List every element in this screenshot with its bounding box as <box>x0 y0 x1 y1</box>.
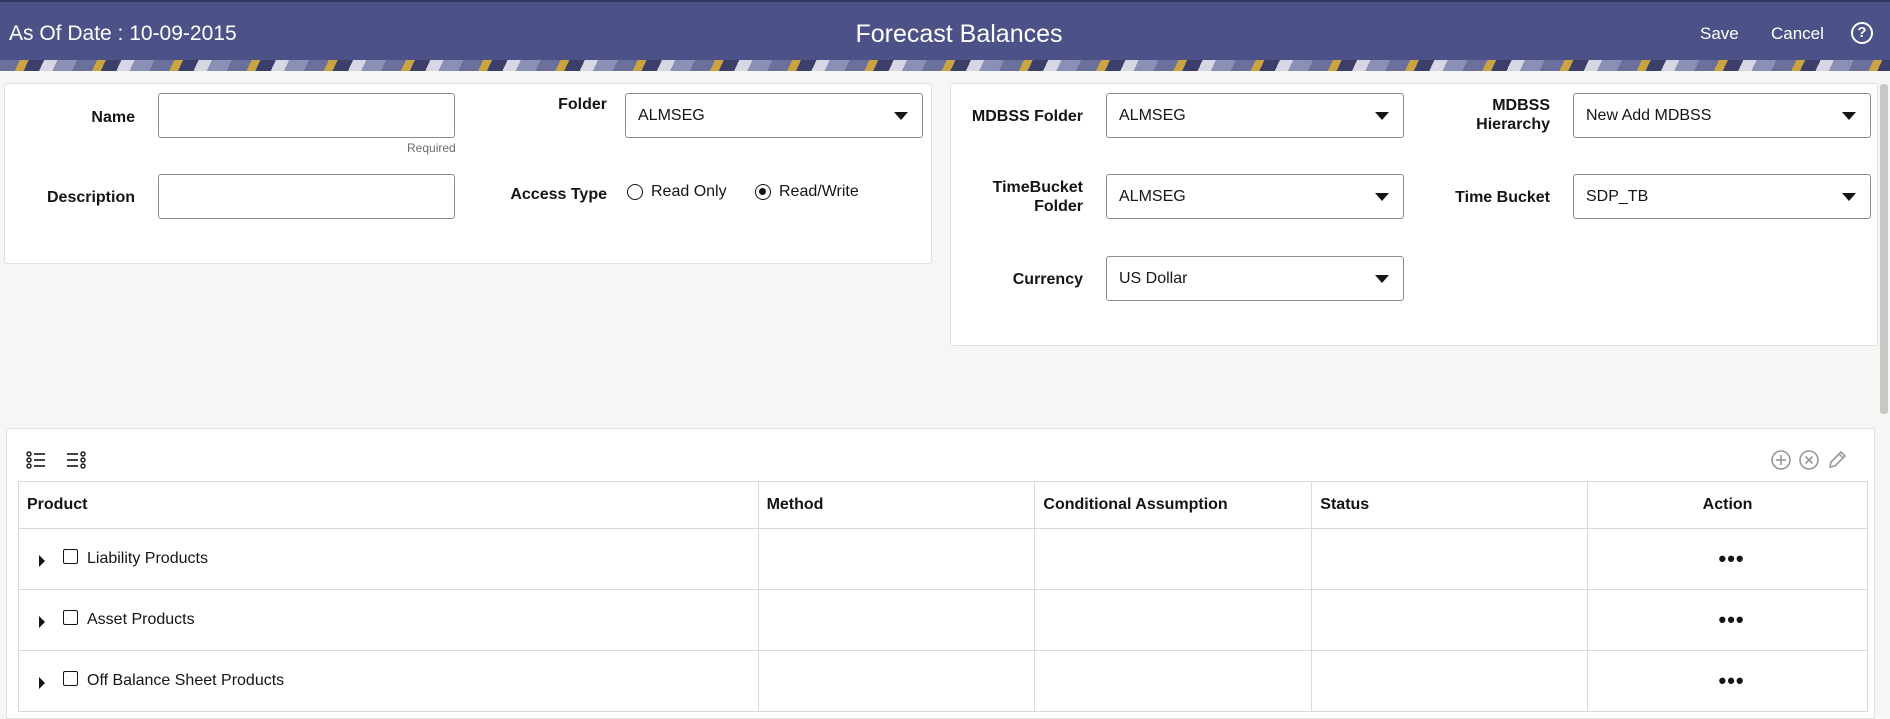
chevron-down-icon <box>894 112 908 120</box>
mdbss-hierarchy-label-line1: MDBSS <box>1492 97 1550 114</box>
conditional-cell <box>1034 528 1313 590</box>
row-checkbox[interactable] <box>63 548 78 564</box>
add-icon[interactable] <box>1770 449 1792 471</box>
column-header-conditional-assumption[interactable]: Conditional Assumption <box>1034 481 1313 529</box>
app-header: As Of Date : 10-09-2015 Forecast Balance… <box>0 0 1890 60</box>
more-actions-icon[interactable]: ••• <box>1596 670 1867 692</box>
mdbss-hierarchy-value: New Add MDBSS <box>1586 107 1712 124</box>
mdbss-folder-label: MDBSS Folder <box>971 108 1083 125</box>
expand-arrow-icon[interactable] <box>39 677 45 689</box>
timebucket-folder-select[interactable]: ALMSEG <box>1106 174 1404 219</box>
action-cell: ••• <box>1587 528 1868 590</box>
expand-arrow-icon[interactable] <box>39 616 45 628</box>
more-actions-icon[interactable]: ••• <box>1596 609 1867 631</box>
currency-value: US Dollar <box>1119 270 1188 287</box>
expand-arrow-icon[interactable] <box>39 555 45 567</box>
required-hint: Required <box>407 141 456 155</box>
products-table: Product Method Conditional Assumption St… <box>18 481 1868 712</box>
method-cell <box>757 589 1036 651</box>
action-cell: ••• <box>1587 589 1868 651</box>
chevron-down-icon <box>1375 193 1389 201</box>
mdbss-hierarchy-label-line2: Hierarchy <box>1476 116 1550 133</box>
product-cell: Liability Products <box>18 528 759 590</box>
expand-all-icon[interactable] <box>26 451 46 469</box>
method-cell <box>757 528 1036 590</box>
header-banner <box>0 60 1890 71</box>
time-bucket-value: SDP_TB <box>1586 188 1649 205</box>
page-scrollbar[interactable] <box>1880 84 1888 414</box>
collapse-all-icon[interactable] <box>66 451 86 469</box>
remove-icon[interactable] <box>1798 449 1820 471</box>
mdbss-folder-select[interactable]: ALMSEG <box>1106 93 1404 138</box>
row-checkbox[interactable] <box>63 609 78 625</box>
name-input[interactable] <box>158 93 455 138</box>
status-cell <box>1311 528 1589 590</box>
access-type-label: Access Type <box>510 186 607 203</box>
more-actions-icon[interactable]: ••• <box>1596 548 1867 570</box>
action-cell: ••• <box>1587 650 1868 712</box>
chevron-down-icon <box>1375 275 1389 283</box>
radio-checked-icon <box>755 184 771 200</box>
row-checkbox[interactable] <box>63 670 78 686</box>
name-label: Name <box>91 109 135 126</box>
product-name: Off Balance Sheet Products <box>87 672 285 689</box>
product-cell: Off Balance Sheet Products <box>18 650 759 712</box>
radio-read-only-label: Read Only <box>651 183 727 200</box>
radio-read-only[interactable]: Read Only <box>627 183 727 201</box>
mdbss-hierarchy-label: MDBSS Hierarchy <box>1421 96 1550 134</box>
edit-pencil-icon[interactable] <box>1826 449 1848 471</box>
column-header-action[interactable]: Action <box>1587 481 1868 529</box>
timebucket-folder-value: ALMSEG <box>1119 188 1186 205</box>
status-cell <box>1311 650 1589 712</box>
conditional-cell <box>1034 589 1313 651</box>
folder-label: Folder <box>558 96 607 113</box>
currency-select[interactable]: US Dollar <box>1106 256 1404 301</box>
method-cell <box>757 650 1036 712</box>
save-button[interactable]: Save <box>1700 24 1739 44</box>
product-cell: Asset Products <box>18 589 759 651</box>
description-label: Description <box>46 189 135 206</box>
chevron-down-icon <box>1375 112 1389 120</box>
time-bucket-label: Time Bucket <box>1455 189 1550 206</box>
timebucket-folder-label-line2: Folder <box>1034 198 1083 215</box>
forecast-settings-panel: MDBSS Folder ALMSEG MDBSS Hierarchy New … <box>950 83 1878 346</box>
description-input[interactable] <box>158 174 455 219</box>
timebucket-folder-label: TimeBucket Folder <box>971 178 1083 216</box>
mdbss-folder-value: ALMSEG <box>1119 107 1186 124</box>
radio-read-write[interactable]: Read/Write <box>755 183 859 201</box>
help-icon[interactable]: ? <box>1851 22 1873 44</box>
column-header-method[interactable]: Method <box>757 481 1036 529</box>
product-name: Asset Products <box>87 611 195 628</box>
conditional-cell <box>1034 650 1313 712</box>
products-table-panel: Product Method Conditional Assumption St… <box>6 428 1875 719</box>
column-header-status[interactable]: Status <box>1311 481 1589 529</box>
page-title: Forecast Balances <box>855 20 1063 48</box>
mdbss-hierarchy-select[interactable]: New Add MDBSS <box>1573 93 1871 138</box>
folder-select[interactable]: ALMSEG <box>625 93 923 138</box>
product-name: Liability Products <box>87 550 208 567</box>
table-header-row: Product Method Conditional Assumption St… <box>18 481 1868 529</box>
column-header-product[interactable]: Product <box>18 481 759 529</box>
chevron-down-icon <box>1842 112 1856 120</box>
table-row: Liability Products ••• <box>18 528 1868 590</box>
table-row: Asset Products ••• <box>18 589 1868 651</box>
folder-value: ALMSEG <box>638 107 705 124</box>
timebucket-folder-label-line1: TimeBucket <box>992 179 1083 196</box>
cancel-button[interactable]: Cancel <box>1771 24 1824 44</box>
chevron-down-icon <box>1842 193 1856 201</box>
radio-unchecked-icon <box>627 184 643 200</box>
time-bucket-select[interactable]: SDP_TB <box>1573 174 1871 219</box>
status-cell <box>1311 589 1589 651</box>
table-row: Off Balance Sheet Products ••• <box>18 650 1868 712</box>
radio-read-write-label: Read/Write <box>779 183 859 200</box>
currency-label: Currency <box>1012 271 1083 288</box>
general-details-panel: Name Required Description Folder ALMSEG … <box>4 83 932 264</box>
